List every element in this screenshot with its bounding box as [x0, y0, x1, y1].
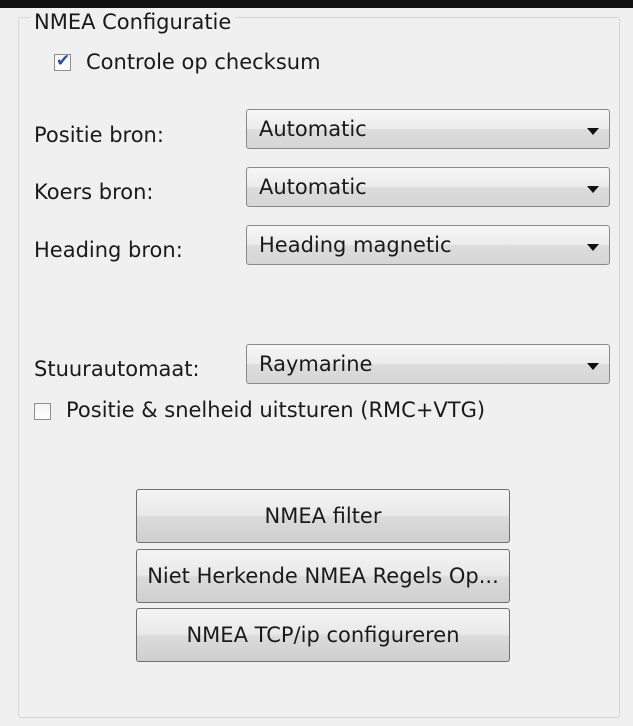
nmea-filter-button[interactable]: NMEA filter: [136, 489, 510, 543]
unrecognized-nmea-button[interactable]: Niet Herkende NMEA Regels Op...: [136, 549, 510, 603]
chevron-down-icon: [587, 363, 599, 370]
heading-source-value: Heading magnetic: [259, 233, 452, 257]
autopilot-value: Raymarine: [259, 352, 373, 376]
checkmark-icon: ✔: [56, 51, 71, 71]
chevron-down-icon: [587, 244, 599, 251]
heading-source-label: Heading bron:: [34, 238, 183, 262]
position-source-value: Automatic: [259, 117, 367, 141]
autopilot-label: Stuurautomaat:: [34, 357, 200, 381]
autopilot-select[interactable]: Raymarine: [246, 344, 610, 384]
nmea-tcp-config-button[interactable]: NMEA TCP/ip configureren: [136, 608, 510, 662]
chevron-down-icon: [587, 186, 599, 193]
send-position-checkbox[interactable]: [34, 403, 51, 420]
position-source-select[interactable]: Automatic: [246, 109, 610, 149]
checksum-checkbox[interactable]: ✔: [54, 51, 71, 71]
group-title: NMEA Configuratie: [30, 10, 236, 34]
window-edge: [0, 0, 633, 8]
position-source-label: Positie bron:: [34, 123, 164, 147]
settings-panel: NMEA Configuratie ✔ Controle op checksum…: [0, 8, 633, 726]
chevron-down-icon: [587, 128, 599, 135]
course-source-label: Koers bron:: [34, 180, 154, 204]
heading-source-select[interactable]: Heading magnetic: [246, 225, 610, 265]
send-position-label: Positie & snelheid uitsturen (RMC+VTG): [66, 398, 486, 422]
course-source-value: Automatic: [259, 175, 367, 199]
checksum-label: Controle op checksum: [86, 50, 321, 74]
course-source-select[interactable]: Automatic: [246, 167, 610, 207]
